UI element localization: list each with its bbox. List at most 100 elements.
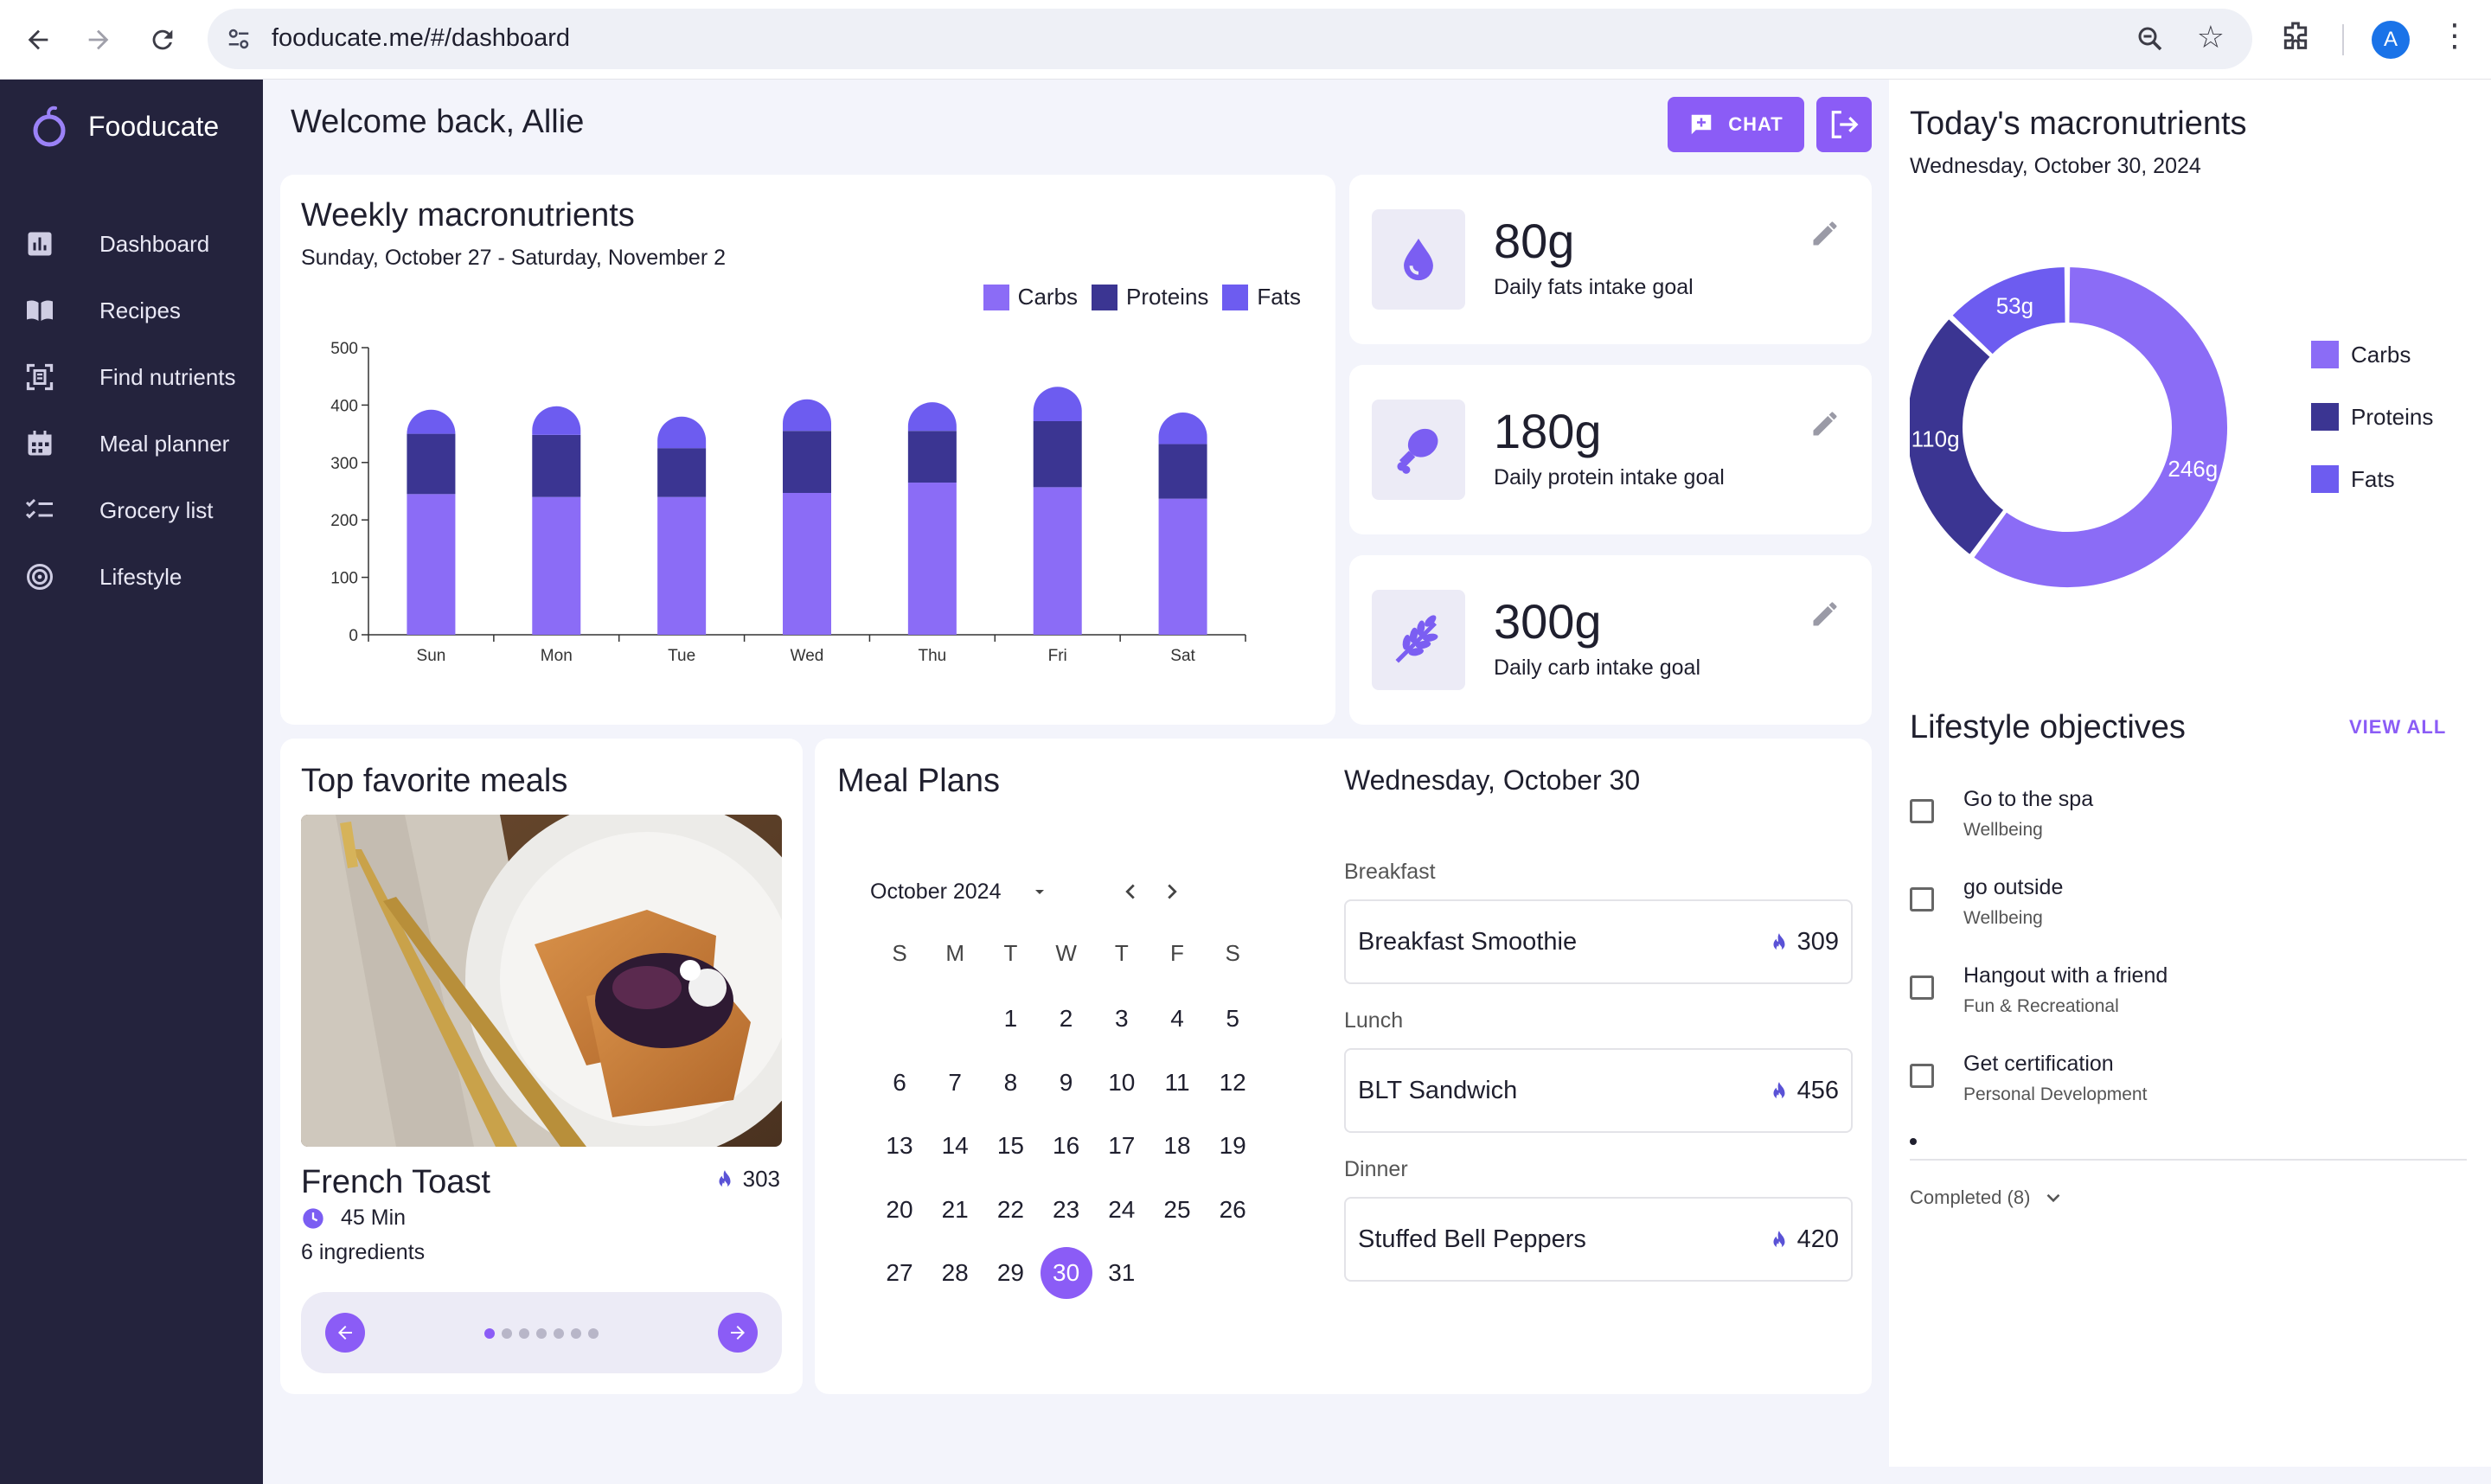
bar-carbs-fri[interactable] bbox=[1033, 487, 1082, 635]
sidebar-item-lifestyle[interactable]: Lifestyle bbox=[0, 544, 263, 610]
legend-item-proteins[interactable]: Proteins bbox=[2311, 403, 2433, 431]
calendar-day[interactable]: 5 bbox=[1207, 993, 1258, 1045]
calendar-day[interactable]: 18 bbox=[1151, 1120, 1203, 1172]
sidebar-item-recipes[interactable]: Recipes bbox=[0, 278, 263, 343]
carousel-dot[interactable] bbox=[536, 1328, 547, 1339]
bar-proteins-thu[interactable] bbox=[907, 431, 957, 483]
bar-proteins-mon[interactable] bbox=[532, 434, 581, 497]
calendar-day[interactable]: 2 bbox=[1041, 993, 1092, 1045]
profile-avatar[interactable]: A bbox=[2372, 21, 2410, 59]
reload-icon[interactable] bbox=[142, 19, 183, 61]
objective-checkbox[interactable] bbox=[1910, 1064, 1934, 1088]
calendar-day[interactable]: 22 bbox=[984, 1184, 1036, 1236]
bar-fats-thu[interactable] bbox=[907, 402, 957, 432]
month-label[interactable]: October 2024 bbox=[870, 880, 1002, 905]
bar-proteins-sun[interactable] bbox=[407, 433, 456, 495]
bar-carbs-wed[interactable] bbox=[783, 492, 831, 635]
carousel-dot[interactable] bbox=[588, 1328, 599, 1339]
edit-icon[interactable] bbox=[1809, 598, 1841, 630]
calendar-day[interactable]: 4 bbox=[1151, 993, 1203, 1045]
calendar-day[interactable]: 28 bbox=[929, 1247, 981, 1299]
carousel-dot[interactable] bbox=[484, 1328, 495, 1339]
bar-carbs-mon[interactable] bbox=[532, 496, 581, 635]
legend-item-carbs[interactable]: Carbs bbox=[2311, 341, 2433, 368]
calendar-day[interactable]: 9 bbox=[1041, 1057, 1092, 1109]
calendar-day[interactable]: 17 bbox=[1096, 1120, 1148, 1172]
meal-entry[interactable]: BLT Sandwich 456 bbox=[1344, 1048, 1853, 1133]
bar-fats-sun[interactable] bbox=[407, 409, 456, 434]
chevron-right-icon[interactable] bbox=[1159, 879, 1185, 905]
bar-carbs-thu[interactable] bbox=[907, 483, 957, 635]
bar-carbs-tue[interactable] bbox=[657, 496, 707, 635]
calendar-day[interactable]: 24 bbox=[1096, 1184, 1148, 1236]
calendar-day[interactable]: 31 bbox=[1096, 1247, 1148, 1299]
meal-entry[interactable]: Stuffed Bell Peppers 420 bbox=[1344, 1197, 1853, 1282]
bar-fats-tue[interactable] bbox=[657, 416, 707, 449]
calendar-day[interactable]: 1 bbox=[984, 993, 1036, 1045]
calendar-day[interactable]: 3 bbox=[1096, 993, 1148, 1045]
calendar-day[interactable]: 29 bbox=[984, 1247, 1036, 1299]
calendar-day[interactable]: 14 bbox=[929, 1120, 981, 1172]
calendar-day[interactable]: 11 bbox=[1151, 1057, 1203, 1109]
carousel-dot[interactable] bbox=[502, 1328, 512, 1339]
bar-proteins-wed[interactable] bbox=[783, 431, 831, 493]
calendar-day[interactable]: 26 bbox=[1207, 1184, 1258, 1236]
objective-checkbox[interactable] bbox=[1910, 799, 1934, 823]
bookmark-star-icon[interactable]: ☆ bbox=[2197, 19, 2225, 55]
extensions-icon[interactable] bbox=[2278, 19, 2320, 61]
bar-proteins-tue[interactable] bbox=[657, 448, 707, 497]
calendar-day[interactable]: 27 bbox=[874, 1247, 925, 1299]
calendar-day[interactable]: 21 bbox=[929, 1184, 981, 1236]
sidebar-item-grocery-list[interactable]: Grocery list bbox=[0, 477, 263, 543]
calendar-day[interactable]: 15 bbox=[984, 1120, 1036, 1172]
sidebar-item-dashboard[interactable]: Dashboard bbox=[0, 211, 263, 277]
chat-button[interactable]: CHAT bbox=[1668, 97, 1804, 152]
zoom-icon[interactable] bbox=[2135, 23, 2166, 54]
meal-name[interactable]: French Toast bbox=[301, 1164, 490, 1201]
sidebar-item-find-nutrients[interactable]: Find nutrients bbox=[0, 344, 263, 410]
bar-proteins-fri[interactable] bbox=[1033, 420, 1082, 488]
calendar-day[interactable]: 10 bbox=[1096, 1057, 1148, 1109]
edit-icon[interactable] bbox=[1809, 408, 1841, 439]
calendar-day[interactable]: 16 bbox=[1041, 1120, 1092, 1172]
calendar-day[interactable]: 20 bbox=[874, 1184, 925, 1236]
carousel-dot[interactable] bbox=[554, 1328, 564, 1339]
bar-fats-fri[interactable] bbox=[1033, 387, 1082, 421]
bar-carbs-sun[interactable] bbox=[407, 494, 456, 635]
carousel-dot[interactable] bbox=[571, 1328, 581, 1339]
brand[interactable]: Fooducate bbox=[29, 100, 219, 152]
calendar-day[interactable]: 8 bbox=[984, 1057, 1036, 1109]
calendar-day[interactable]: 6 bbox=[874, 1057, 925, 1109]
calendar-day[interactable]: 25 bbox=[1151, 1184, 1203, 1236]
calendar-day[interactable]: 12 bbox=[1207, 1057, 1258, 1109]
forward-icon[interactable] bbox=[78, 19, 119, 61]
arrow-right-icon[interactable] bbox=[718, 1313, 758, 1353]
completed-toggle[interactable]: Completed (8) bbox=[1910, 1187, 2065, 1209]
chevron-left-icon[interactable] bbox=[1117, 879, 1143, 905]
calendar-day[interactable]: 19 bbox=[1207, 1120, 1258, 1172]
bar-fats-wed[interactable] bbox=[783, 399, 831, 432]
view-all-link[interactable]: VIEW ALL bbox=[2349, 716, 2446, 739]
calendar-day[interactable]: 23 bbox=[1041, 1184, 1092, 1236]
objective-checkbox[interactable] bbox=[1910, 887, 1934, 912]
edit-icon[interactable] bbox=[1809, 218, 1841, 249]
calendar-day[interactable]: 13 bbox=[874, 1120, 925, 1172]
logout-button[interactable] bbox=[1816, 97, 1872, 152]
arrow-left-icon[interactable] bbox=[325, 1313, 365, 1353]
carousel-dot[interactable] bbox=[519, 1328, 529, 1339]
meal-entry[interactable]: Breakfast Smoothie 309 bbox=[1344, 899, 1853, 984]
dropdown-icon[interactable] bbox=[1029, 881, 1050, 902]
sidebar-item-meal-planner[interactable]: Meal planner bbox=[0, 411, 263, 477]
meal-photo[interactable] bbox=[301, 815, 782, 1147]
legend-item-fats[interactable]: Fats bbox=[2311, 465, 2433, 493]
back-icon[interactable] bbox=[17, 19, 59, 61]
objective-checkbox[interactable] bbox=[1910, 975, 1934, 1000]
address-bar[interactable]: fooducate.me/#/dashboard ☆ bbox=[208, 9, 2252, 69]
url-text[interactable]: fooducate.me/#/dashboard bbox=[272, 24, 570, 53]
more-menu-icon[interactable]: ⋮ bbox=[2439, 17, 2470, 54]
bar-proteins-sat[interactable] bbox=[1158, 444, 1207, 499]
bar-fats-sat[interactable] bbox=[1158, 413, 1207, 445]
calendar-day[interactable]: 7 bbox=[929, 1057, 981, 1109]
bar-fats-mon[interactable] bbox=[532, 406, 581, 435]
calendar-day-selected[interactable]: 30 bbox=[1040, 1247, 1092, 1299]
